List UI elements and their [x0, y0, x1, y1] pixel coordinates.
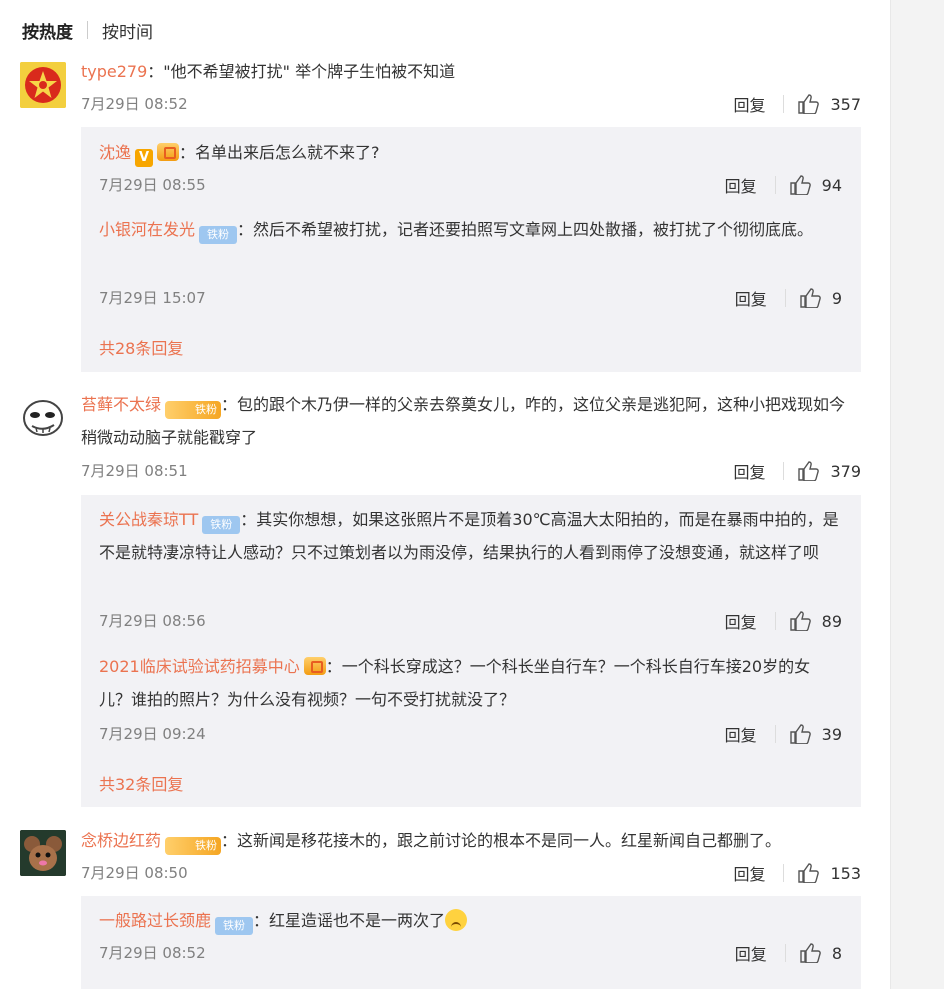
comment-text: 这新闻是移花接木的，跟之前讨论的根本不是同一人。红星新闻自己都删了。	[237, 831, 782, 850]
reply-time: 7月29日 08:55	[99, 176, 206, 194]
reply-username[interactable]: 一般路过长颈鹿	[99, 911, 211, 930]
avatar[interactable]	[20, 394, 66, 440]
thumbs-up-icon	[800, 288, 821, 308]
action-divider	[783, 864, 785, 882]
like-count: 8	[831, 943, 842, 963]
reply-time: 7月29日 09:24	[99, 725, 206, 743]
cartoon-mouse-icon	[20, 830, 66, 876]
comment-username[interactable]: 念桥边红药	[81, 831, 161, 850]
like-button[interactable]: 8	[800, 943, 842, 963]
like-count: 379	[830, 461, 861, 481]
action-divider	[774, 612, 776, 630]
tab-divider	[87, 21, 88, 39]
reply-button[interactable]: 回复	[733, 861, 765, 885]
action-divider	[783, 462, 785, 480]
like-button[interactable]: 39	[789, 724, 842, 744]
reply-list: 关公战秦琼TT 铁粉 ：其实你想想，如果这张照片不是顶着30℃高温大太阳拍的，而是在…	[81, 495, 861, 807]
like-count: 89	[821, 611, 842, 631]
gold-fan-icon	[303, 657, 326, 675]
like-count: 357	[830, 94, 861, 114]
reply-button[interactable]: 回复	[735, 941, 767, 965]
comment-text: "他不希望被打扰" 举个牌子生怕被不知道	[163, 62, 456, 81]
fan-badge: 铁粉	[215, 917, 254, 935]
like-button[interactable]: 379	[798, 461, 861, 481]
red-star-badge-icon	[20, 62, 66, 108]
like-button[interactable]: 357	[798, 94, 861, 114]
more-replies-link[interactable]: 共28条回复	[99, 335, 183, 359]
thumbs-up-icon	[798, 94, 820, 114]
like-count: 94	[821, 175, 842, 195]
sweat-emoji-icon	[445, 909, 468, 931]
fan-badge: 铁粉	[202, 516, 241, 534]
thumbs-up-icon	[789, 175, 811, 195]
action-divider	[774, 176, 776, 194]
comment-username[interactable]: type279	[81, 62, 147, 81]
thumbs-up-icon	[789, 724, 811, 744]
fan-badge: 铁粉	[199, 226, 238, 244]
action-divider	[774, 725, 776, 743]
reply-list: 一般路过长颈鹿 铁粉 ：红星造谣也不是一两次了 7月29日 08:52 回复 8	[81, 896, 861, 989]
right-sidebar	[890, 0, 944, 989]
comment-time: 7月29日 08:52	[81, 95, 188, 113]
like-button[interactable]: 153	[798, 863, 861, 883]
thumbs-up-icon	[789, 611, 811, 631]
fan-badge: 铁粉	[165, 837, 222, 855]
comment-time: 7月29日 08:51	[81, 462, 188, 480]
avatar[interactable]	[20, 62, 66, 108]
fan-badge: 铁粉	[165, 401, 222, 419]
reply-username[interactable]: 关公战秦琼TT	[99, 510, 198, 529]
reply-button[interactable]: 回复	[725, 173, 757, 197]
verified-v-icon: V	[135, 149, 154, 167]
reply-text: 名单出来后怎么就不来了?	[195, 143, 380, 162]
reply-time: 7月29日 08:52	[99, 944, 206, 962]
comment-time: 7月29日 08:50	[81, 864, 188, 882]
action-divider	[783, 95, 785, 113]
like-button[interactable]: 94	[789, 175, 842, 195]
thumbs-up-icon	[798, 461, 820, 481]
reply-username[interactable]: 沈逸	[99, 143, 131, 162]
reply-list: 沈逸 V ：名单出来后怎么就不来了? 7月29日 08:55 回复 94 小银河在发…	[81, 127, 861, 372]
action-divider	[784, 289, 786, 307]
reply-username[interactable]: 小银河在发光	[99, 220, 195, 239]
like-count: 39	[821, 724, 842, 744]
reply-time: 7月29日 08:56	[99, 612, 206, 630]
comment-panel: 按热度 按时间 type279："他不希望被打扰" 举个牌子生怕被不知道 7月2…	[0, 0, 880, 989]
like-button[interactable]: 89	[789, 611, 842, 631]
avatar[interactable]	[20, 830, 66, 876]
more-replies-link[interactable]: 共32条回复	[99, 771, 183, 795]
reply-button[interactable]: 回复	[733, 459, 765, 483]
like-count: 153	[830, 863, 861, 883]
reply-button[interactable]: 回复	[735, 286, 767, 310]
like-button[interactable]: 9	[800, 288, 842, 308]
reply-button[interactable]: 回复	[725, 609, 757, 633]
like-count: 9	[831, 288, 842, 308]
cartoon-face-icon	[20, 394, 66, 440]
reply-time: 7月29日 15:07	[99, 289, 206, 307]
tab-by-time[interactable]: 按时间	[102, 18, 153, 43]
gold-fan-icon	[157, 143, 180, 161]
tab-by-hot[interactable]: 按热度	[22, 18, 73, 43]
reply-text: 红星造谣也不是一两次了	[269, 911, 446, 930]
thumbs-up-icon	[798, 863, 820, 883]
action-divider	[784, 944, 786, 962]
thumbs-up-icon	[800, 943, 821, 963]
comment-username[interactable]: 苔藓不太绿	[81, 395, 161, 414]
sort-tabs: 按热度 按时间	[22, 18, 153, 43]
reply-username[interactable]: 2021临床试验试药招募中心	[99, 657, 300, 676]
reply-button[interactable]: 回复	[725, 722, 757, 746]
reply-button[interactable]: 回复	[733, 92, 765, 116]
reply-text: 然后不希望被打扰，记者还要拍照写文章网上四处散播，被打扰了个彻彻底底。	[253, 220, 814, 239]
